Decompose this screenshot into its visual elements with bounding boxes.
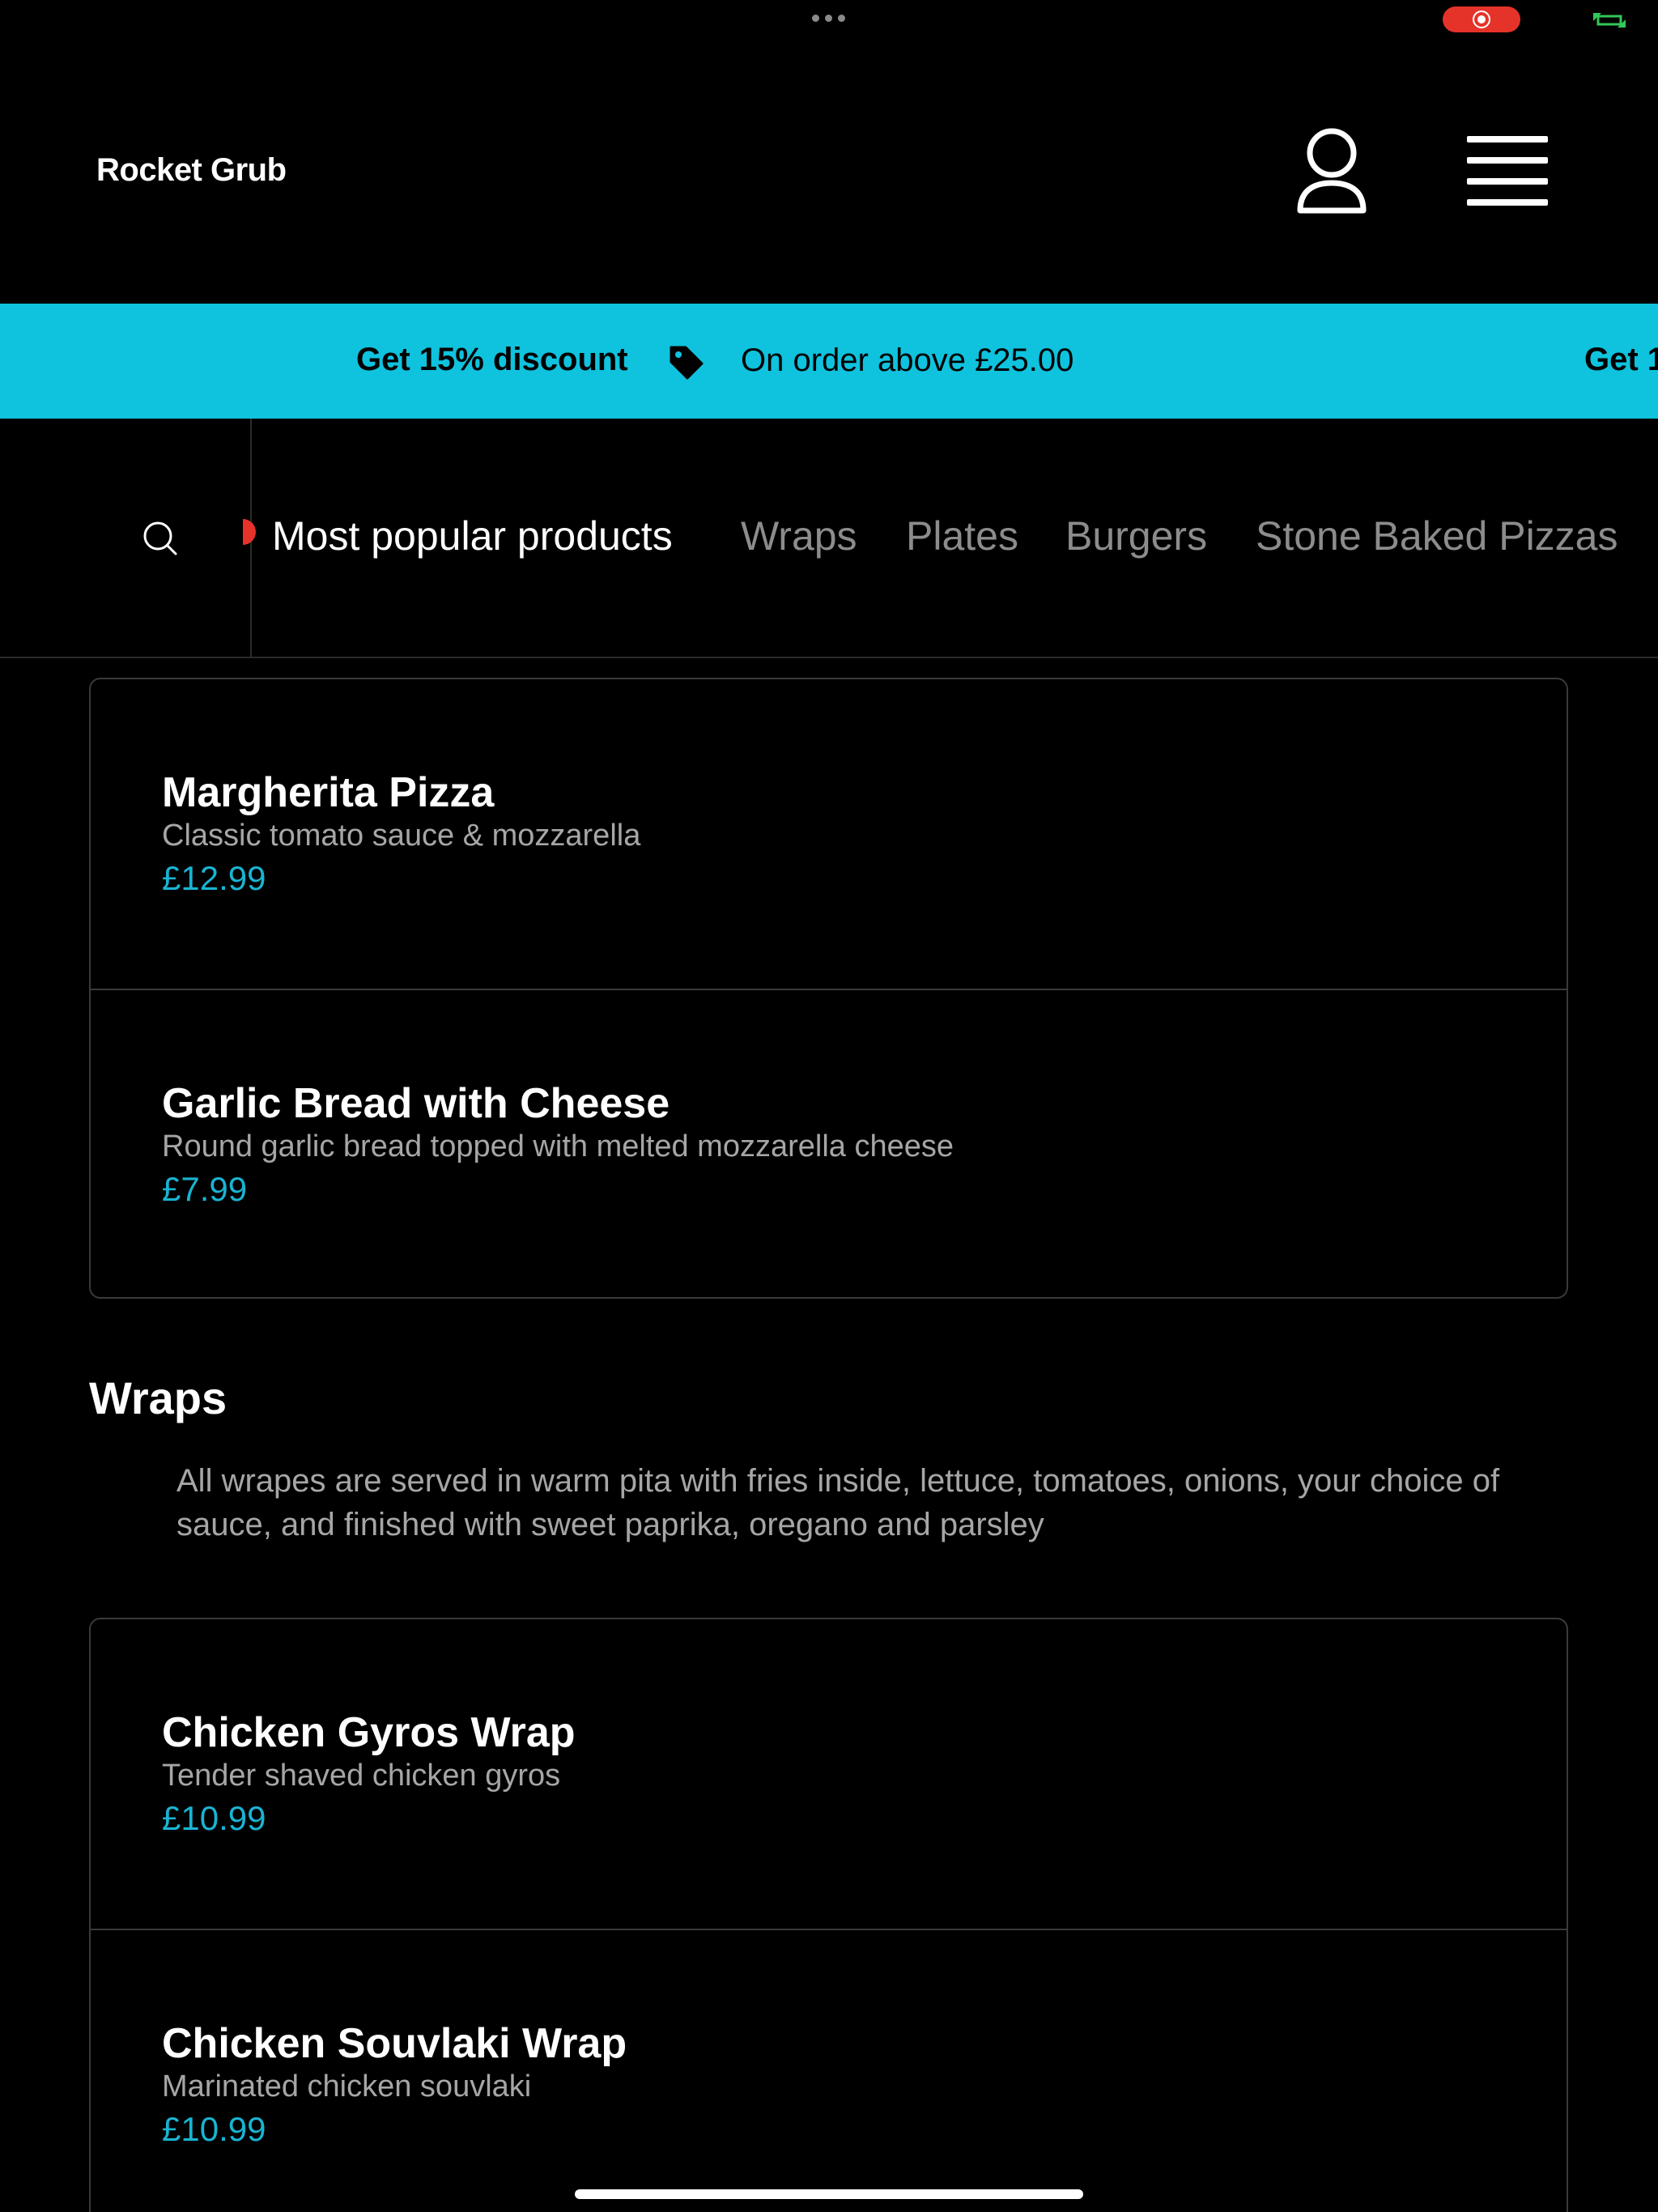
hamburger-menu-icon[interactable] [1467,136,1548,206]
wraps-card: Chicken Gyros Wrap Tender shaved chicken… [89,1618,1568,2212]
tab-most-popular[interactable]: Most popular products [272,513,673,559]
item-description: Tender shaved chicken gyros [162,1759,561,1793]
item-name: Chicken Gyros Wrap [162,1709,576,1756]
item-description: Marinated chicken souvlaki [162,2069,532,2104]
item-name: Margherita Pizza [162,769,495,816]
account-icon[interactable] [1295,126,1368,217]
multitasking-handle[interactable] [812,15,845,22]
home-indicator[interactable] [575,2189,1083,2199]
tab-burgers[interactable]: Burgers [1065,513,1207,559]
promo-banner: Get 15% discount On order above £25.00 G… [0,304,1658,419]
item-description: Round garlic bread topped with melted mo… [162,1129,954,1163]
item-price: £7.99 [162,1170,248,1208]
active-category-marker [243,519,256,545]
menu-item[interactable]: Margherita Pizza Classic tomato sauce & … [91,679,1567,989]
app-header: Rocket Grub [0,39,1658,304]
item-price: £12.99 [162,859,266,897]
item-description: Classic tomato sauce & mozzarella [162,819,641,853]
price-tag-icon [670,346,704,380]
popular-products-card: Margherita Pizza Classic tomato sauce & … [89,678,1568,1299]
screen-mirroring-icon [1593,13,1626,28]
menu-item[interactable]: Chicken Gyros Wrap Tender shaved chicken… [91,1619,1567,1929]
menu-item[interactable]: Garlic Bread with Cheese Round garlic br… [91,989,1567,1297]
record-icon [1473,11,1490,28]
section-description-wraps: All wrapes are served in warm pita with … [176,1463,1500,1542]
promo-title: Get 15% discount [356,342,628,377]
item-price: £10.99 [162,2110,266,2148]
search-button[interactable] [0,419,252,657]
item-name: Garlic Bread with Cheese [162,1080,670,1127]
brand-logo-text[interactable]: Rocket Grub [96,152,287,189]
search-icon [143,521,177,555]
item-name: Chicken Souvlaki Wrap [162,2020,627,2067]
status-bar [0,0,1658,39]
category-nav: Most popular products Wraps Plates Burge… [0,419,1658,658]
section-title-wraps: Wraps [89,1372,227,1423]
tab-stone-baked-pizzas[interactable]: Stone Baked Pizzas [1256,513,1618,559]
app-screen: Rocket Grub Get 15% discount On order ab… [0,0,1658,2212]
tab-plates[interactable]: Plates [906,513,1018,559]
tab-wraps[interactable]: Wraps [741,513,857,559]
menu-item[interactable]: Chicken Souvlaki Wrap Marinated chicken … [91,1929,1567,2212]
promo-title-repeat: Get 1 [1584,342,1658,377]
promo-subtitle: On order above £25.00 [741,342,1074,378]
item-price: £10.99 [162,1799,266,1837]
screen-recording-indicator[interactable] [1443,6,1520,32]
